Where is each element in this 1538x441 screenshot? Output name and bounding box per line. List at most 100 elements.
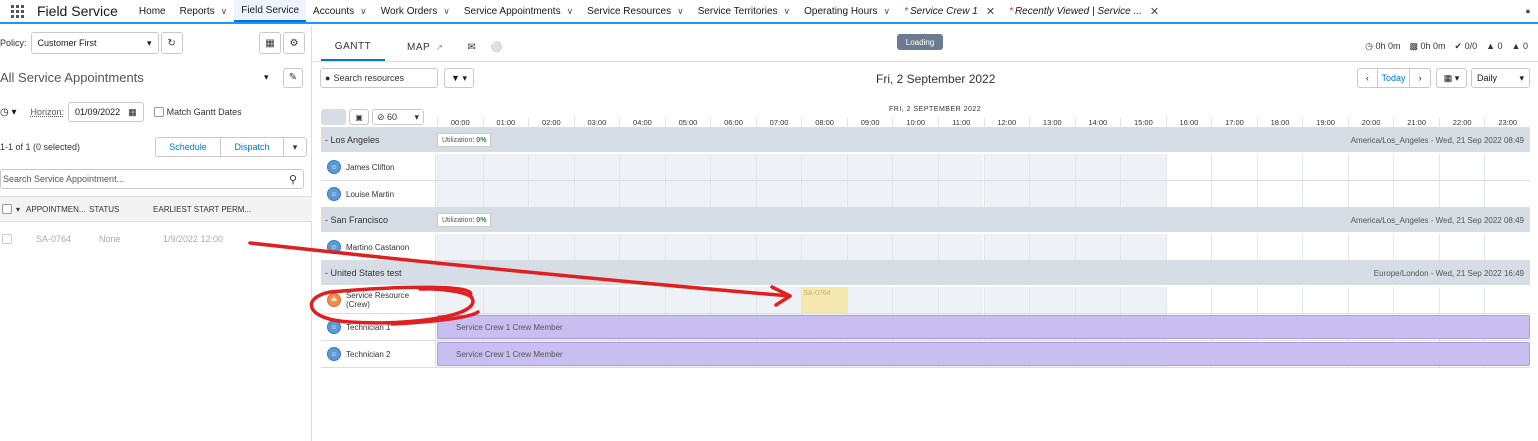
- timeline-slot[interactable]: [437, 234, 483, 260]
- lock-icon[interactable]: ▣: [349, 109, 369, 125]
- row-checkbox[interactable]: [2, 234, 12, 244]
- timeline-slot[interactable]: [983, 287, 1030, 313]
- timeline-slot[interactable]: [892, 154, 938, 180]
- timeline-slot[interactable]: [573, 287, 620, 313]
- chevron-down-icon[interactable]: ∨: [443, 6, 450, 17]
- timeline-slot[interactable]: [1029, 181, 1075, 207]
- timeline-slot[interactable]: [937, 287, 984, 313]
- resource-name[interactable]: Service Resource (Crew): [346, 291, 435, 309]
- timeline-slot[interactable]: [619, 154, 665, 180]
- timeline-slot[interactable]: [1211, 181, 1257, 207]
- territory-row[interactable]: - San Francisco Utilization: 0% America/Los…: [321, 208, 1530, 232]
- resource-timeline[interactable]: SA-0764: [437, 287, 1530, 313]
- timeline-slot[interactable]: [1211, 234, 1257, 260]
- chevron-down-icon[interactable]: ▾: [16, 205, 20, 214]
- next-day-button[interactable]: ›: [1410, 69, 1430, 87]
- timeline-slot[interactable]: [983, 234, 1030, 260]
- search-icon[interactable]: ⚲: [289, 173, 297, 186]
- timeline-slot[interactable]: [1256, 181, 1303, 207]
- territory-name[interactable]: - United States test: [325, 268, 402, 278]
- view-resolution-select[interactable]: Daily ▾: [1471, 68, 1530, 88]
- timeline-slot[interactable]: [1211, 287, 1257, 313]
- timeline-slot[interactable]: [1074, 234, 1121, 260]
- close-icon[interactable]: ✕: [1150, 5, 1159, 18]
- column-header[interactable]: EARLIEST START PERM...: [153, 205, 251, 214]
- timeline-slot[interactable]: [1484, 234, 1530, 260]
- timeline-slot[interactable]: [1438, 181, 1485, 207]
- resource-name-cell[interactable]: ☺ Technician 2: [321, 341, 436, 367]
- nav-item-service-appointments[interactable]: Service Appointments ∨: [457, 0, 580, 22]
- timeline-slot[interactable]: [892, 234, 938, 260]
- resource-timeline[interactable]: [437, 154, 1530, 180]
- service-appointment-block[interactable]: SA-0764: [801, 287, 847, 313]
- resource-name[interactable]: Technician 2: [346, 350, 390, 359]
- nav-item-service-resources[interactable]: Service Resources ∨: [580, 0, 691, 22]
- timeline-slot[interactable]: [1393, 287, 1439, 313]
- territory-name[interactable]: - San Francisco: [325, 215, 388, 225]
- timeline-slot[interactable]: [1211, 154, 1257, 180]
- timeline-slot[interactable]: [1393, 234, 1439, 260]
- timeline-slot[interactable]: [710, 154, 756, 180]
- close-icon[interactable]: ✕: [986, 5, 995, 18]
- table-row[interactable]: SA-0764 None 1/9/2022 12:00: [0, 234, 312, 244]
- timeline-slot[interactable]: [528, 154, 574, 180]
- timeline-slot[interactable]: [846, 287, 893, 313]
- nav-item-operating-hours[interactable]: Operating Hours ∨: [797, 0, 897, 22]
- timeline-slot[interactable]: [664, 181, 711, 207]
- timeline-slot[interactable]: [1256, 234, 1303, 260]
- timeline-slot[interactable]: [755, 181, 802, 207]
- timeline-slot[interactable]: [1484, 287, 1530, 313]
- timeline-slot[interactable]: [1347, 154, 1394, 180]
- timeline-slot[interactable]: [573, 234, 620, 260]
- interval-select[interactable]: ⊘ 60 ▾: [372, 109, 424, 125]
- timeline-slot[interactable]: [983, 154, 1030, 180]
- calendar-icon[interactable]: ▦: [128, 107, 137, 118]
- timeline-slot[interactable]: [619, 287, 665, 313]
- timeline-slot[interactable]: [937, 181, 984, 207]
- timeline-slot[interactable]: [437, 287, 483, 313]
- timeline-slot[interactable]: [1438, 287, 1485, 313]
- resource-name[interactable]: Martino Castanon: [346, 243, 409, 252]
- timeline-slot[interactable]: [1347, 181, 1394, 207]
- timeline-slot[interactable]: [1302, 287, 1348, 313]
- tab-gantt[interactable]: GANTT: [321, 33, 385, 61]
- crew-membership-bar[interactable]: Service Crew 1 Crew Member: [437, 315, 1530, 339]
- chevron-down-icon[interactable]: ∨: [567, 6, 574, 17]
- resource-name-cell[interactable]: ☺ Louise Martin: [321, 181, 436, 207]
- timeline-slot[interactable]: [937, 154, 984, 180]
- timeline-slot[interactable]: [1074, 154, 1121, 180]
- column-header[interactable]: APPOINTMEN...: [26, 205, 89, 214]
- resource-name[interactable]: Louise Martin: [346, 190, 394, 199]
- today-button[interactable]: Today: [1378, 69, 1411, 87]
- timeline-slot[interactable]: [755, 154, 802, 180]
- info-icon[interactable]: ●: [1518, 0, 1538, 22]
- resource-timeline[interactable]: Service Crew 1 Crew Member: [437, 314, 1530, 340]
- chevron-down-icon[interactable]: ∨: [677, 6, 684, 17]
- timeline-slot[interactable]: [1302, 234, 1348, 260]
- lightbulb-icon[interactable]: ⚪: [488, 33, 515, 61]
- chevron-down-icon[interactable]: ▾: [264, 72, 269, 83]
- timeline-slot[interactable]: [619, 234, 665, 260]
- timeline-slot[interactable]: [1393, 181, 1439, 207]
- timeline-slot[interactable]: [528, 234, 574, 260]
- resource-timeline[interactable]: Service Crew 1 Crew Member: [437, 341, 1530, 367]
- timeline-slot[interactable]: [710, 287, 756, 313]
- territory-name[interactable]: - Los Angeles: [325, 135, 380, 145]
- timeline-slot[interactable]: [1393, 154, 1439, 180]
- toggle-button[interactable]: [321, 109, 346, 125]
- envelope-icon[interactable]: ✉: [455, 33, 488, 61]
- resource-timeline[interactable]: [437, 234, 1530, 260]
- timeline-slot[interactable]: [1302, 181, 1348, 207]
- gear-icon[interactable]: ⚙: [283, 32, 305, 54]
- timeline-slot[interactable]: [846, 154, 893, 180]
- timeline-slot[interactable]: [1256, 154, 1303, 180]
- timeline-slot[interactable]: [846, 181, 893, 207]
- timeline-slot[interactable]: [664, 287, 711, 313]
- chevron-down-icon[interactable]: ▾: [284, 138, 306, 156]
- timeline-slot[interactable]: [1165, 154, 1212, 180]
- territory-row[interactable]: - United States test Europe/London - Wed,…: [321, 261, 1530, 285]
- refresh-icon[interactable]: ↻: [160, 32, 183, 54]
- timeline-slot[interactable]: [892, 287, 938, 313]
- timeline-slot[interactable]: [1484, 154, 1530, 180]
- timeline-slot[interactable]: [755, 234, 802, 260]
